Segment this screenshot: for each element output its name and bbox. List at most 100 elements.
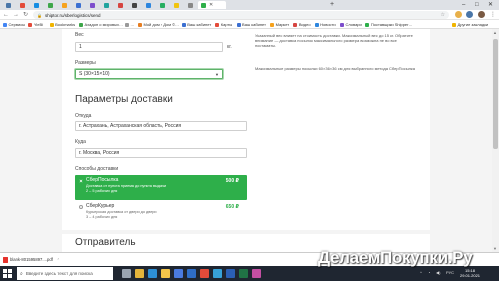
browser-tab[interactable] xyxy=(16,1,29,9)
volume-icon[interactable]: ◀) xyxy=(436,270,440,275)
weight-input[interactable]: 1 xyxy=(75,42,223,52)
bookmark-item[interactable]: Bookmarks xyxy=(49,21,75,28)
bookmark-item[interactable]: Мой дом › Дом ©… xyxy=(137,21,180,28)
orange-icon xyxy=(62,2,67,8)
bookmark-favicon-icon xyxy=(365,22,370,27)
bookmark-item[interactable]: Карты xyxy=(215,21,232,28)
bookmark-item[interactable]: Словари xyxy=(340,21,362,28)
bookmark-label: … xyxy=(130,22,135,27)
bookmark-item[interactable]: Маркет xyxy=(270,21,289,28)
blue-icon xyxy=(76,2,81,8)
bookmark-item[interactable]: Сервисы xyxy=(3,21,25,28)
size-label: Размеры xyxy=(75,60,96,66)
scroll-down-icon[interactable]: ▼ xyxy=(493,246,497,251)
address-input[interactable]: 🔒 shiptor.ru/sberlogistics/send ☆ xyxy=(33,11,449,19)
bookmark-item[interactable]: Видео xyxy=(293,21,311,28)
browser-tab[interactable] xyxy=(72,1,85,9)
blue2-icon xyxy=(146,2,151,8)
bookmark-item[interactable]: Ваш кабинет xyxy=(181,21,211,28)
browser-tab[interactable] xyxy=(100,1,113,9)
size-select-value: S (30×15×10) xyxy=(79,71,110,77)
browser-tab[interactable] xyxy=(44,1,57,9)
bookmark-label: Видео xyxy=(298,22,311,27)
browser-tab-strip: + – □ ✕ ✕ xyxy=(0,0,499,10)
search-placeholder: Введите здесь текст для поиска xyxy=(25,271,93,276)
delivery-option-sberkurer[interactable]: СберКурьер Курьерская доставка от двери … xyxy=(75,202,247,224)
url-text: shiptor.ru/sberlogistics/send xyxy=(44,12,101,18)
forward-icon[interactable]: → xyxy=(13,11,19,19)
green-icon xyxy=(48,2,53,8)
bookmark-item[interactable]: … xyxy=(124,21,135,28)
browser-tab[interactable] xyxy=(128,1,141,9)
language-indicator[interactable]: РУС xyxy=(446,270,454,275)
store-icon[interactable] xyxy=(174,269,183,278)
tray-chevron-icon[interactable]: ^ xyxy=(420,270,422,275)
extension-icon[interactable] xyxy=(466,11,473,18)
sender-heading: Отправитель xyxy=(75,237,136,248)
bookmark-star-icon[interactable]: ☆ xyxy=(441,12,445,18)
download-item[interactable]: blank-801595897....pdf ⌃ xyxy=(3,255,60,264)
browser-tab[interactable]: ✕ xyxy=(198,1,226,9)
browser-tab[interactable] xyxy=(114,1,127,9)
from-input[interactable]: г. Астрахань, Астраханская область, Росс… xyxy=(75,121,247,131)
mail-app-icon[interactable] xyxy=(187,269,196,278)
telegram-icon[interactable] xyxy=(213,269,222,278)
back-icon[interactable]: ← xyxy=(3,11,9,19)
bookmark-favicon-icon xyxy=(124,22,129,27)
bookmark-item[interactable]: Другие закладки xyxy=(452,21,488,28)
word-icon[interactable] xyxy=(226,269,235,278)
green2-icon xyxy=(160,2,165,8)
methods-label: Способы доставки xyxy=(75,166,119,172)
scroll-up-icon[interactable]: ▲ xyxy=(493,30,497,35)
browser-tab[interactable] xyxy=(170,1,183,9)
browser-tab[interactable] xyxy=(58,1,71,9)
radio-unchecked-icon[interactable] xyxy=(79,205,83,209)
weight-label: Вес xyxy=(75,32,84,38)
page-scrollbar[interactable]: ▲ ▼ xyxy=(492,29,499,252)
photo-icon[interactable] xyxy=(252,269,261,278)
radio-checked-icon[interactable] xyxy=(79,179,83,183)
watermark-text: ДелаемПокупки.Ру xyxy=(318,248,473,267)
browser-menu-icon[interactable]: ⋮ xyxy=(490,11,496,19)
excel-icon[interactable] xyxy=(239,269,248,278)
browser-tab[interactable] xyxy=(2,1,15,9)
minimize-button[interactable]: – xyxy=(462,0,465,10)
option-title: СберПосылка xyxy=(86,177,119,183)
size-select[interactable]: S (30×15×10) ▼ xyxy=(75,69,223,79)
task-view-icon[interactable] xyxy=(122,269,131,278)
browser-tab[interactable] xyxy=(142,1,155,9)
browser-tab[interactable] xyxy=(30,1,43,9)
scrollbar-thumb[interactable] xyxy=(493,39,498,149)
option-description: Курьерская доставка от двери до двери xyxy=(86,210,157,214)
maximize-button[interactable]: □ xyxy=(475,0,479,10)
profile-avatar[interactable] xyxy=(478,11,485,18)
bookmark-label: Мой дом › Дом ©… xyxy=(143,22,180,27)
bookmark-item[interactable]: Ахадон о мировых… xyxy=(79,21,123,28)
bookmark-favicon-icon xyxy=(236,22,241,27)
network-icon[interactable]: ◔ xyxy=(428,270,430,275)
reload-icon[interactable]: ↻ xyxy=(23,11,28,19)
new-tab-button[interactable]: + xyxy=(330,1,334,9)
close-tab-icon[interactable]: ✕ xyxy=(209,2,213,8)
bookmark-item[interactable]: Поставщики Shipper… xyxy=(365,21,413,28)
browser-tab[interactable] xyxy=(86,1,99,9)
edge-icon[interactable] xyxy=(148,269,157,278)
bookmark-item[interactable]: YieBi xyxy=(28,21,43,28)
taskbar-clock[interactable]: 15:18 29.01.2021 xyxy=(460,268,480,278)
taskbar-search-input[interactable]: ⌕ Введите здесь текст для поиска xyxy=(17,267,113,280)
bookmark-item[interactable]: Ваш кабинет xyxy=(236,21,266,28)
browser-tab[interactable] xyxy=(184,1,197,9)
yandex-icon[interactable] xyxy=(200,269,209,278)
to-input[interactable]: г. Москва, Россия xyxy=(75,148,247,158)
windows-start-icon[interactable] xyxy=(3,269,12,278)
delivery-option-sberposylka[interactable]: СберПосылка Доставка от пункта приема до… xyxy=(75,175,247,200)
chevron-up-icon[interactable]: ⌃ xyxy=(57,258,60,262)
explorer-icon[interactable] xyxy=(161,269,170,278)
browser-tab[interactable] xyxy=(156,1,169,9)
bookmark-item[interactable]: Новости xyxy=(314,21,336,28)
extension-icon[interactable] xyxy=(455,11,462,18)
close-window-button[interactable]: ✕ xyxy=(488,0,493,10)
vk-icon xyxy=(6,2,11,8)
option-title: СберКурьер xyxy=(86,203,115,209)
chrome-icon[interactable] xyxy=(135,269,144,278)
